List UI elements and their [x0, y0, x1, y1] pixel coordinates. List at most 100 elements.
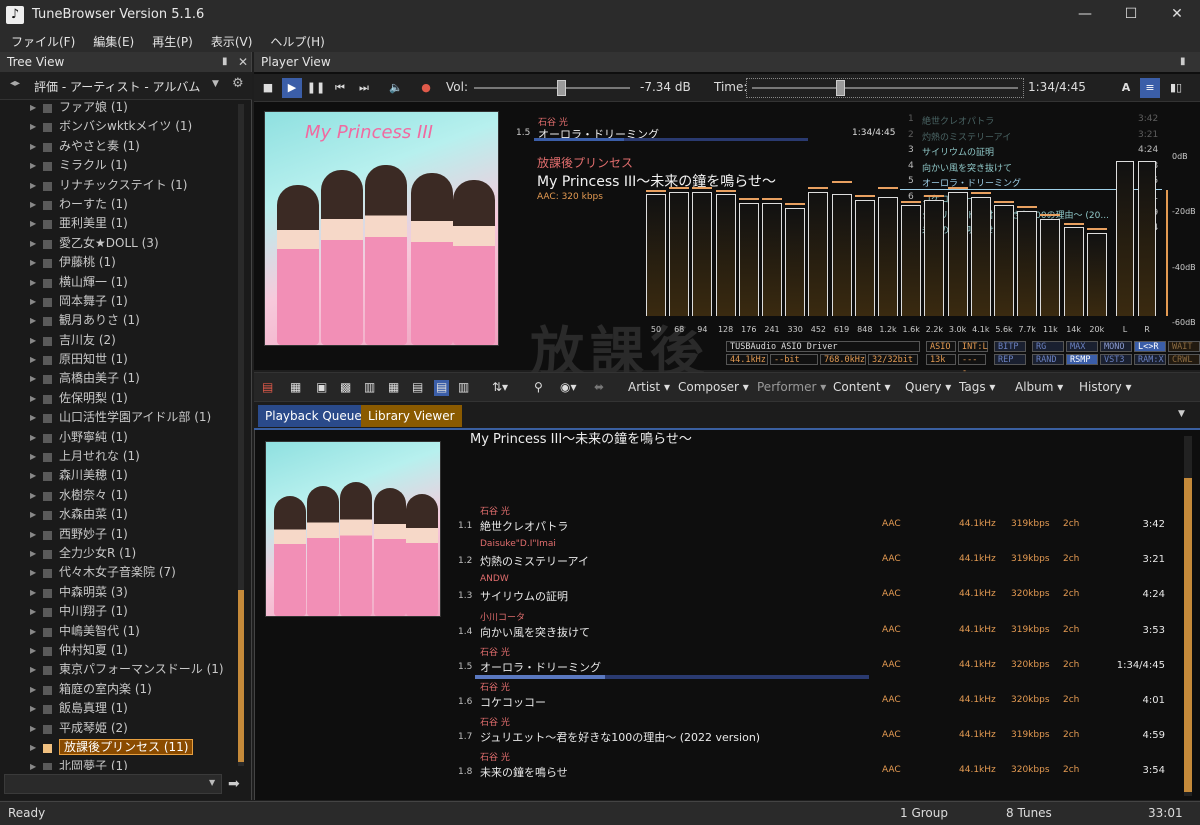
- expand-arrow-icon[interactable]: ▶: [30, 622, 36, 641]
- sort-icon[interactable]: ⇅▾: [492, 380, 508, 396]
- tree-item[interactable]: ▶ 中嶋美智代 (1): [6, 622, 236, 641]
- spectrum-icon[interactable]: ▮▯: [1166, 78, 1186, 98]
- mini-track-row[interactable]: 2 灼熱のミステリーアイ 3:21: [900, 129, 1162, 144]
- tree-filter-combo[interactable]: ▼: [4, 774, 222, 794]
- pause-button[interactable]: ❚❚: [306, 78, 326, 98]
- tree-item[interactable]: ▶ 原田知世 (1): [6, 350, 236, 369]
- expand-arrow-icon[interactable]: ▶: [30, 428, 36, 447]
- queue-track-row[interactable]: ANDW 1.3 サイリウムの証明 AAC 44.1kHz 320kbps 2ch 4:24: [445, 574, 1175, 608]
- content-menu[interactable]: Content ▾: [833, 380, 891, 396]
- menu-edit[interactable]: 編集(E): [82, 30, 141, 50]
- expand-arrow-icon[interactable]: ▶: [30, 486, 36, 505]
- tree-item[interactable]: ▶ 高橋由美子 (1): [6, 369, 236, 388]
- view-mode-4-icon[interactable]: ▥: [364, 380, 375, 396]
- expand-arrow-icon[interactable]: ▶: [30, 447, 36, 466]
- artist-menu[interactable]: Artist ▾: [628, 380, 670, 396]
- tree-item[interactable]: ▶ リナチックステイト (1): [6, 176, 236, 195]
- menu-play[interactable]: 再生(P): [141, 30, 200, 50]
- mini-track-row[interactable]: 1 絶世クレオパトラ 3:42: [900, 113, 1162, 128]
- link-icon[interactable]: ⬌: [594, 380, 604, 396]
- volume-slider-thumb[interactable]: [557, 80, 567, 96]
- expand-arrow-icon[interactable]: ▶: [30, 137, 36, 156]
- volume-speaker-icon[interactable]: 🔈: [386, 78, 406, 98]
- queue-track-row[interactable]: 石谷 光 1.6 コケコッコー AAC 44.1kHz 320kbps 2ch 4:01: [445, 680, 1175, 714]
- maximize-button[interactable]: ☐: [1108, 0, 1154, 30]
- tree-item[interactable]: ▶ みやさと奏 (1): [6, 137, 236, 156]
- close-panel-icon[interactable]: ✕: [238, 52, 248, 72]
- expand-arrow-icon[interactable]: ▶: [30, 505, 36, 524]
- tree-item[interactable]: ▶ わーすた (1): [6, 195, 236, 214]
- tree-item[interactable]: ▶ 横山輝一 (1): [6, 273, 236, 292]
- tree-item[interactable]: ▶ 岡本舞子 (1): [6, 292, 236, 311]
- tabs-dropdown-icon[interactable]: ▼: [1178, 409, 1185, 419]
- expand-arrow-icon[interactable]: ▶: [30, 544, 36, 563]
- queue-album-cover-image[interactable]: [265, 441, 441, 617]
- expand-arrow-icon[interactable]: ▶: [30, 641, 36, 660]
- tree-item[interactable]: ▶ 森川美穂 (1): [6, 466, 236, 485]
- queue-scrollbar-thumb[interactable]: [1184, 478, 1192, 792]
- view-mode-7-icon[interactable]: ▤: [434, 380, 450, 396]
- queue-track-row[interactable]: 石谷 光 1.8 未来の鐘を鳴らせ AAC 44.1kHz 320kbps 2ch 3:54: [445, 750, 1175, 784]
- tree-item[interactable]: ▶ 水森由菜 (1): [6, 505, 236, 524]
- expand-arrow-icon[interactable]: ▶: [30, 350, 36, 369]
- minimize-button[interactable]: —: [1062, 0, 1108, 30]
- tree-item[interactable]: ▶ 飯島真理 (1): [6, 699, 236, 718]
- expand-arrow-icon[interactable]: ▶: [30, 176, 36, 195]
- menu-file[interactable]: ファイル(F): [0, 30, 82, 50]
- volume-slider-track[interactable]: [474, 87, 630, 89]
- go-arrow-icon[interactable]: ➡: [228, 776, 240, 792]
- tree-item[interactable]: ▶ 伊藤桃 (1): [6, 253, 236, 272]
- expand-arrow-icon[interactable]: ▶: [30, 408, 36, 427]
- stop-button[interactable]: ■: [258, 78, 278, 98]
- expand-arrow-icon[interactable]: ▶: [30, 525, 36, 544]
- tree-item[interactable]: ▶ 東京パフォーマンスドール (1): [6, 660, 236, 679]
- expand-arrow-icon[interactable]: ▶: [30, 369, 36, 388]
- expand-arrow-icon[interactable]: ▶: [30, 466, 36, 485]
- list-view-icon[interactable]: ≡: [1140, 78, 1160, 98]
- expand-arrow-icon[interactable]: ▶: [30, 214, 36, 233]
- expand-arrow-icon[interactable]: ▶: [30, 331, 36, 350]
- tree-item[interactable]: ▶ 西野妙子 (1): [6, 525, 236, 544]
- filter-icon[interactable]: ◉▾: [560, 380, 577, 396]
- next-track-button[interactable]: ⏭: [354, 78, 374, 98]
- queue-track-row[interactable]: 石谷 光 1.5 オーロラ・ドリーミング AAC 44.1kHz 320kbps 2ch 1:…: [445, 645, 1175, 679]
- view-mode-6-icon[interactable]: ▤: [412, 380, 423, 396]
- expand-arrow-icon[interactable]: ▶: [30, 563, 36, 582]
- view-mode-2-icon[interactable]: ▣: [316, 380, 327, 396]
- pin-icon[interactable]: ▮: [222, 52, 228, 72]
- tree-item[interactable]: ▶ 水樹奈々 (1): [6, 486, 236, 505]
- tree-item[interactable]: ▶ 観月ありさ (1): [6, 311, 236, 330]
- tree-scrollbar-thumb[interactable]: [238, 590, 244, 762]
- hierarchy-select[interactable]: 評価 - アーティスト - アルバム: [34, 78, 200, 95]
- tree-item[interactable]: ▶ 愛乙女★DOLL (3): [6, 234, 236, 253]
- time-slider-thumb[interactable]: [835, 80, 845, 96]
- play-button[interactable]: ▶: [282, 78, 302, 98]
- tree-item[interactable]: ▶ 上月せれな (1): [6, 447, 236, 466]
- expand-arrow-icon[interactable]: ▶: [30, 660, 36, 679]
- tree-item[interactable]: ▶ 北岡夢子 (1): [6, 757, 236, 770]
- expand-arrow-icon[interactable]: ▶: [30, 273, 36, 292]
- tree-item[interactable]: ▶ 平成琴姫 (2): [6, 719, 236, 738]
- menu-view[interactable]: 表示(V): [200, 30, 260, 50]
- performer-menu[interactable]: Performer ▾: [757, 380, 826, 396]
- expand-arrow-icon[interactable]: ▶: [30, 156, 36, 175]
- queue-track-row[interactable]: 石谷 光 1.1 絶世クレオパトラ AAC 44.1kHz 319kbps 2ch 3:42: [445, 504, 1175, 538]
- query-menu[interactable]: Query ▾: [905, 380, 951, 396]
- chevron-down-icon[interactable]: ▼: [212, 79, 219, 89]
- gear-icon[interactable]: ⚙: [232, 76, 244, 91]
- record-icon[interactable]: ●: [416, 78, 436, 98]
- expand-arrow-icon[interactable]: ▶: [30, 98, 36, 117]
- tree-item[interactable]: ▶ 箱庭の室内楽 (1): [6, 680, 236, 699]
- expand-arrow-icon[interactable]: ▶: [30, 234, 36, 253]
- queue-track-row[interactable]: Daisuke"D.I"Imai 1.2 灼熱のミステリーアイ AAC 44.1kHz 3…: [445, 539, 1175, 573]
- tree-item[interactable]: ▶ 山口活性学園アイドル部 (1): [6, 408, 236, 427]
- tree-item[interactable]: ▶ 中森明菜 (3): [6, 583, 236, 602]
- tree-item[interactable]: ▶ 亜利美里 (1): [6, 214, 236, 233]
- composer-menu[interactable]: Composer ▾: [678, 380, 749, 396]
- tree-item[interactable]: ▶ 仲村知夏 (1): [6, 641, 236, 660]
- queue-track-row[interactable]: 石谷 光 1.7 ジュリエット〜君を好きな100の理由〜 (2022 version…: [445, 715, 1175, 749]
- expand-arrow-icon[interactable]: ▶: [30, 738, 36, 757]
- pin-icon[interactable]: ▮: [1180, 52, 1186, 72]
- menu-help[interactable]: ヘルプ(H): [259, 30, 331, 50]
- tree-item[interactable]: ▶ 佐保明梨 (1): [6, 389, 236, 408]
